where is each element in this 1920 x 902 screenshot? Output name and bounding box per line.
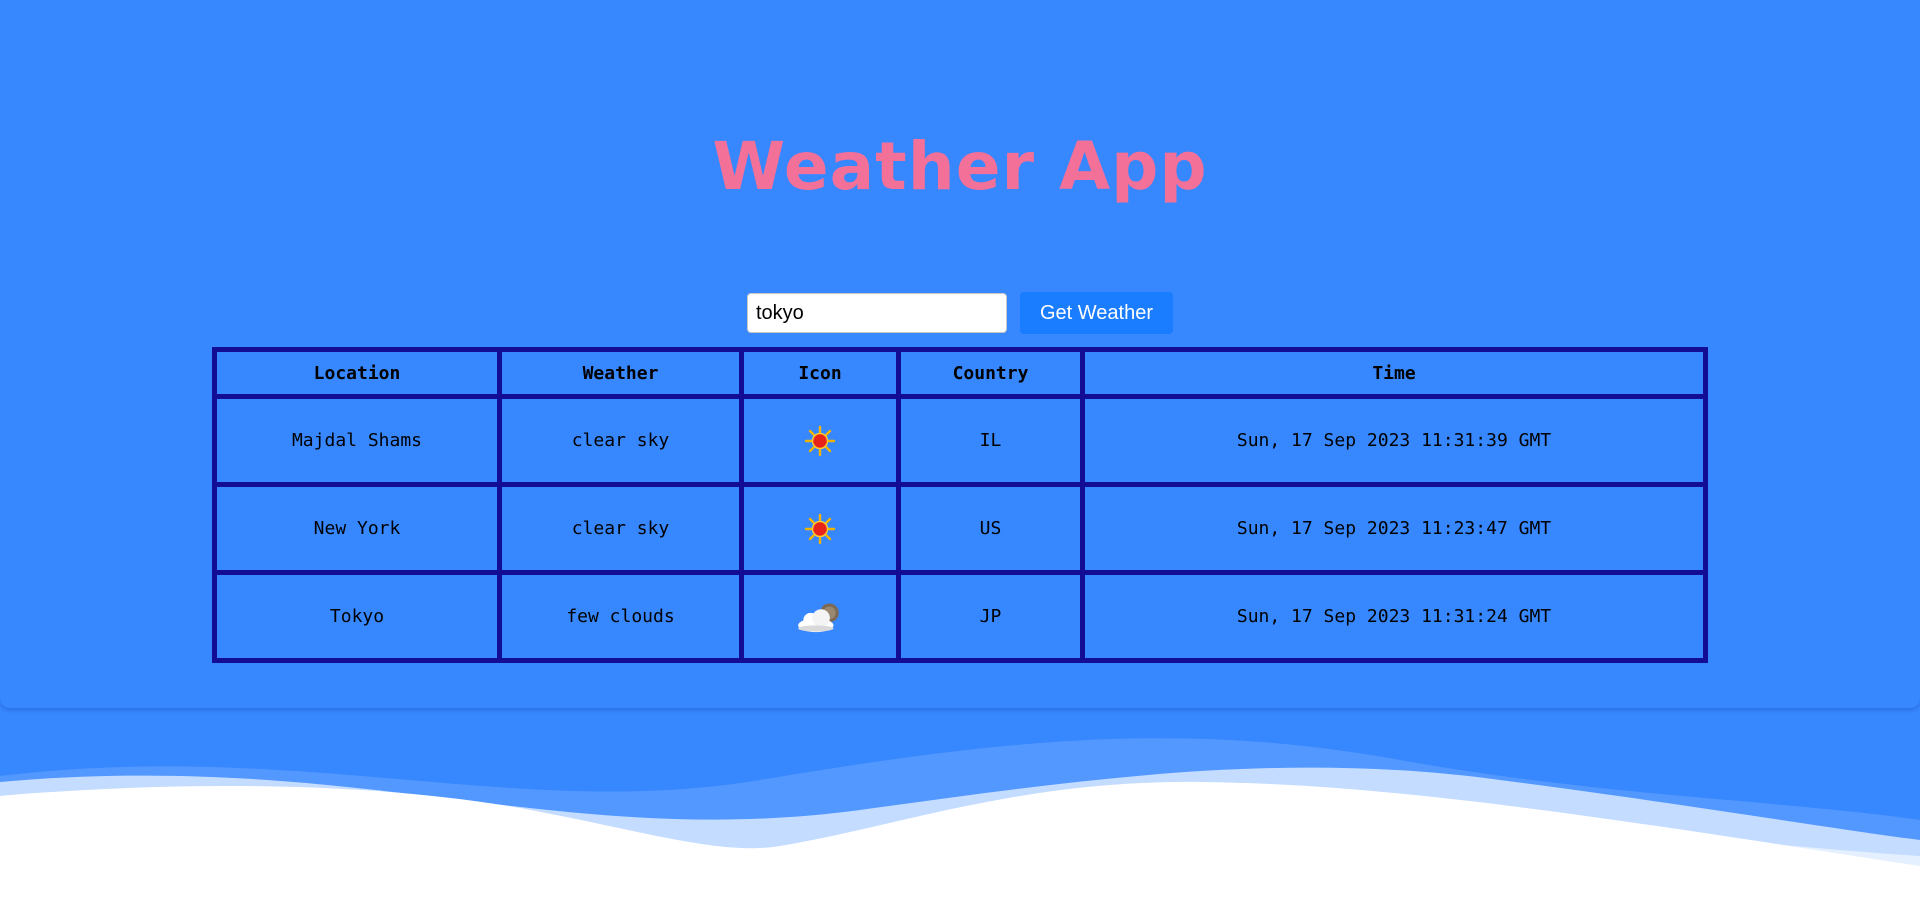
weather-table: Location Weather Icon Country Time Majda…: [212, 347, 1708, 663]
cell-country: JP: [896, 570, 1085, 663]
cell-location: New York: [212, 482, 502, 575]
cell-country: US: [896, 482, 1085, 575]
table-header-row: Location Weather Icon Country Time: [212, 347, 1708, 399]
search-bar: Get Weather: [747, 292, 1173, 334]
wave-decoration: [0, 738, 1920, 902]
cell-time: Sun, 17 Sep 2023 11:31:24 GMT: [1080, 570, 1708, 663]
page-title: Weather App: [712, 128, 1208, 205]
header-location: Location: [212, 347, 502, 399]
cell-weather: few clouds: [497, 570, 744, 663]
cell-weather: clear sky: [497, 394, 744, 487]
table-row: Tokyo few clouds JP Sun, 17 Sep 2023 11:…: [212, 570, 1708, 663]
page: Weather App Get Weather Location Weather…: [0, 0, 1920, 902]
header-time: Time: [1080, 347, 1708, 399]
header-country: Country: [896, 347, 1085, 399]
cell-weather: clear sky: [497, 482, 744, 575]
cell-icon: [739, 570, 901, 663]
header-icon: Icon: [739, 347, 901, 399]
cell-icon: [739, 482, 901, 575]
clear-sky-icon: [804, 425, 836, 456]
cell-icon: [739, 394, 901, 487]
table-row: Majdal Shams clear sky IL Sun, 17 Sep 20…: [212, 394, 1708, 487]
header-weather: Weather: [497, 347, 744, 399]
weather-card: Weather App Get Weather Location Weather…: [0, 0, 1920, 708]
few-clouds-icon: [798, 602, 839, 632]
table-row: New York clear sky US Sun, 17 Sep 2023 1…: [212, 482, 1708, 575]
clear-sky-icon: [804, 513, 836, 544]
location-search-input[interactable]: [747, 293, 1007, 333]
cell-time: Sun, 17 Sep 2023 11:23:47 GMT: [1080, 482, 1708, 575]
cell-country: IL: [896, 394, 1085, 487]
get-weather-button[interactable]: Get Weather: [1020, 292, 1173, 334]
cell-location: Majdal Shams: [212, 394, 502, 487]
cell-location: Tokyo: [212, 570, 502, 663]
cell-time: Sun, 17 Sep 2023 11:31:39 GMT: [1080, 394, 1708, 487]
